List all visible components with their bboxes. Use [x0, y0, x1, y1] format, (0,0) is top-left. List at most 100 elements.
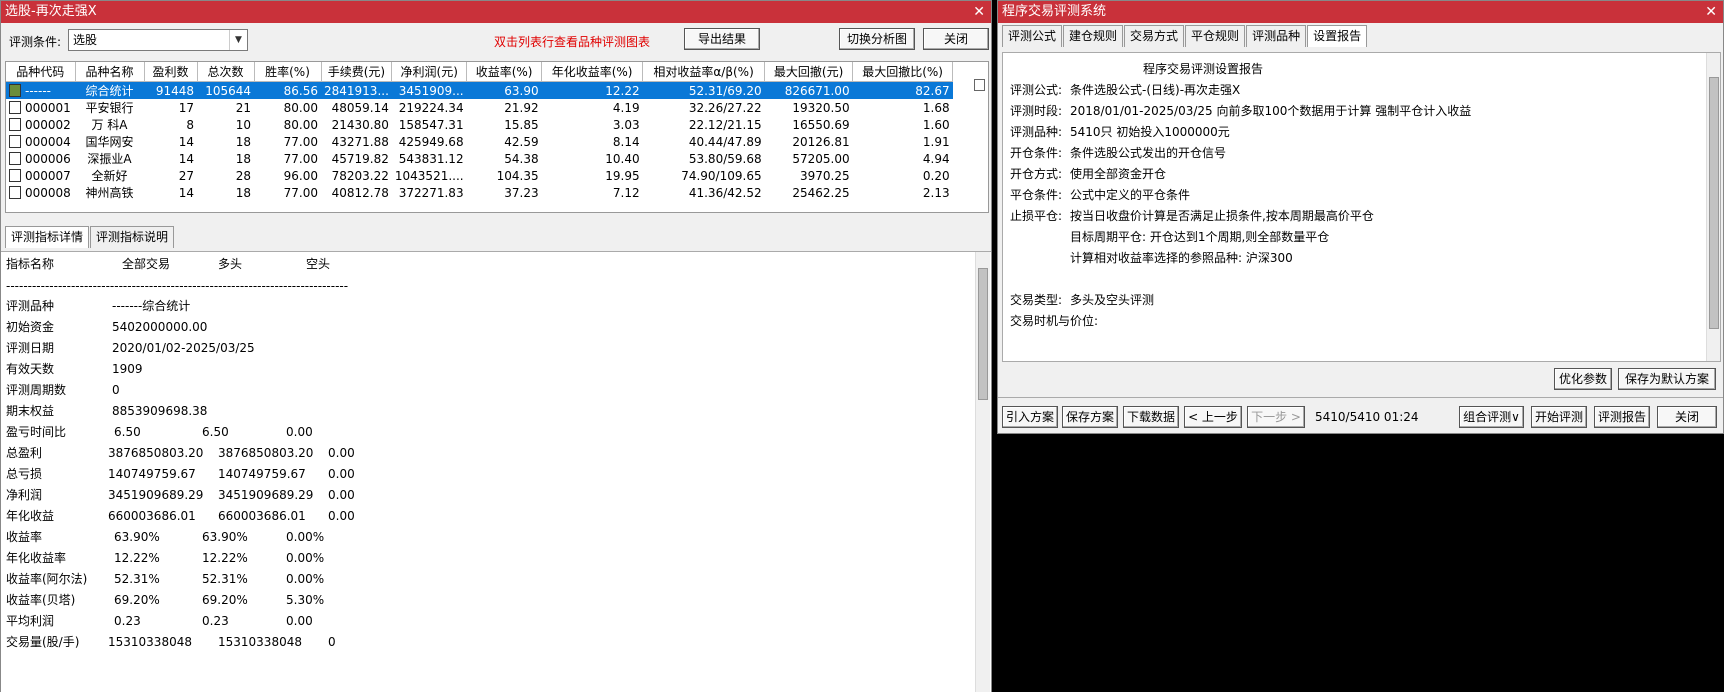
metric-long: 12.22% [202, 551, 248, 565]
row-checkbox-icon[interactable] [9, 134, 21, 148]
column-header[interactable]: 年化收益率(%) [541, 62, 644, 82]
chevron-down-icon[interactable]: ▼ [229, 30, 247, 50]
double-click-hint: 双击列表行查看品种评测图表 [494, 35, 651, 49]
tab-formula[interactable]: 评测公式 [1002, 25, 1063, 47]
start-eval-button[interactable]: 开始评测 [1531, 406, 1587, 428]
table-cell: 32.26/27.22 [688, 100, 762, 115]
report-value: 条件选股公式-(日线)-再次走强X [1070, 83, 1241, 97]
prev-step-button[interactable]: < 上一步 [1184, 406, 1242, 428]
tab-eval-stocks[interactable]: 评测品种 [1246, 25, 1307, 47]
table-cell: 37.23 [504, 185, 539, 200]
column-header[interactable]: 胜率(%) [254, 62, 322, 82]
table-cell: 21430.80 [331, 117, 389, 132]
tab-open-rule[interactable]: 建仓规则 [1063, 25, 1124, 47]
column-header[interactable]: 品种名称 [75, 62, 145, 82]
detail-header-all: 全部交易 [122, 257, 171, 271]
row-checkbox-icon[interactable] [9, 185, 21, 199]
table-cell: 15.85 [504, 117, 539, 132]
table-cell: 19.95 [605, 168, 640, 183]
row-checkbox-icon[interactable] [9, 168, 21, 182]
column-header[interactable]: 品种代码 [6, 62, 76, 82]
row-checkbox-icon[interactable] [9, 151, 21, 165]
metric-name: 总亏损 [6, 467, 43, 481]
report-value: 多头及空头评测 [1070, 293, 1155, 307]
import-scheme-button[interactable]: 引入方案 [1002, 406, 1058, 428]
table-row[interactable]: 000002 万 科A 8 10 80.00 21430.80 158547.31 15.85… [6, 116, 953, 133]
table-cell: 78203.22 [331, 168, 389, 183]
metric-long: 63.90% [202, 530, 248, 544]
metric-name: 平均利润 [6, 614, 55, 628]
table-cell: 1.68 [922, 100, 950, 115]
table-cell: 3451909... [391, 81, 467, 99]
report-line: 交易类型: 多头及空头评测 [1010, 290, 1154, 310]
row-checkbox-icon[interactable] [9, 83, 21, 97]
detail-header-name: 指标名称 [6, 257, 55, 271]
table-row[interactable]: ------ 综合统计 91448 105644 86.56 2841913... 3451… [6, 81, 953, 99]
table-cell: 综合统计 [75, 81, 144, 99]
close-icon[interactable]: ✕ [1705, 1, 1717, 23]
tab-trade-mode[interactable]: 交易方式 [1124, 25, 1185, 47]
table-cell: 000004 [6, 133, 75, 150]
close-button[interactable]: 关闭 [1657, 406, 1717, 428]
row-checkbox-icon[interactable] [9, 100, 21, 114]
table-cell: 1.60 [922, 117, 950, 132]
column-header[interactable]: 总次数 [197, 62, 255, 82]
detail-scrollbar[interactable] [975, 252, 990, 692]
report-scroll-thumb[interactable] [1709, 77, 1719, 329]
column-header[interactable]: 相对收益率α/β(%) [642, 62, 766, 82]
table-cell: 2841913... [321, 81, 392, 99]
metric-all: 2020/01/02-2025/03/25 [112, 341, 255, 355]
table-row[interactable]: 000007 全新好 27 28 96.00 78203.22 1043521.... 104… [6, 167, 953, 184]
table-cell: 18 [235, 151, 251, 166]
tab-indicator-explanation[interactable]: 评测指标说明 [90, 226, 175, 248]
tab-indicator-details[interactable]: 评测指标详情 [5, 226, 90, 248]
table-cell: 10 [235, 117, 251, 132]
close-button[interactable]: 关闭 [923, 28, 989, 50]
column-header[interactable]: 最大回撤比(%) [852, 62, 954, 82]
table-cell: 57205.00 [792, 151, 850, 166]
table-cell: 82.67 [852, 81, 953, 99]
column-header[interactable]: 收益率(%) [466, 62, 543, 82]
download-data-button[interactable]: 下载数据 [1123, 406, 1179, 428]
report-line: 交易时机与价位: [1010, 311, 1098, 331]
export-button[interactable]: 导出结果 [684, 28, 760, 50]
condition-value: 选股 [73, 33, 98, 47]
column-header[interactable]: 手续费(元) [321, 62, 393, 82]
table-row[interactable]: 000006 深振业A 14 18 77.00 45719.82 543831.12 54.3… [6, 150, 953, 167]
metric-name: 收益率(贝塔) [6, 593, 76, 607]
table-row[interactable]: 000004 国华网安 14 18 77.00 43271.88 425949.68 42.5… [6, 133, 953, 150]
eval-report-button[interactable]: 评测报告 [1594, 406, 1650, 428]
close-icon[interactable]: ✕ [973, 1, 985, 23]
results-table[interactable]: 品种代码 品种名称 盈利数 总次数 胜率(%) 手续费(元) 净利润(元) 收益率(%) 年化收… [5, 61, 989, 213]
combo-eval-button[interactable]: 组合评测∨ [1459, 406, 1524, 428]
column-header[interactable]: 最大回撤(元) [764, 62, 854, 82]
table-row[interactable]: 000001 平安银行 17 21 80.00 48059.14 219224.34 21.9… [6, 99, 953, 116]
detail-scroll-thumb[interactable] [978, 268, 988, 400]
table-cell: 19320.50 [792, 100, 850, 115]
row-checkbox-icon[interactable] [9, 117, 21, 131]
save-scheme-button[interactable]: 保存方案 [1062, 406, 1118, 428]
progress-status: 5410/5410 01:24 [1315, 410, 1419, 424]
condition-select[interactable]: 选股 ▼ [68, 29, 248, 51]
table-row[interactable]: 000008 神州高铁 14 18 77.00 40812.78 372271.83 37.2… [6, 184, 953, 201]
bottom-toolbar: 引入方案 保存方案 下载数据 < 上一步 下一步 > 5410/5410 01:… [998, 397, 1723, 434]
table-scroll-box[interactable] [974, 79, 985, 91]
table-cell: 全新好 [91, 169, 128, 183]
table-cell: 21.92 [504, 100, 539, 115]
tab-settings-report[interactable]: 设置报告 [1307, 25, 1368, 47]
metric-all: 8853909698.38 [112, 404, 208, 418]
report-line: 计算相对收益率选择的参照品种: 沪深300 [1010, 248, 1293, 268]
tab-close-rule[interactable]: 平仓规则 [1185, 25, 1246, 47]
optimize-params-button[interactable]: 优化参数 [1554, 368, 1612, 390]
table-cell: 22.12/21.15 [688, 117, 762, 132]
next-step-button[interactable]: 下一步 > [1247, 406, 1305, 428]
switch-chart-button[interactable]: 切换分析图 [839, 28, 915, 50]
save-default-button[interactable]: 保存为默认方案 [1618, 368, 1716, 390]
column-header[interactable]: 净利润(元) [391, 62, 468, 82]
metric-name: 评测日期 [6, 341, 55, 355]
table-cell: 28 [235, 168, 251, 183]
metric-name: 评测品种 [6, 299, 55, 313]
condition-label: 评测条件: [9, 35, 62, 49]
column-header[interactable]: 盈利数 [144, 62, 198, 82]
report-scrollbar[interactable] [1706, 53, 1720, 361]
